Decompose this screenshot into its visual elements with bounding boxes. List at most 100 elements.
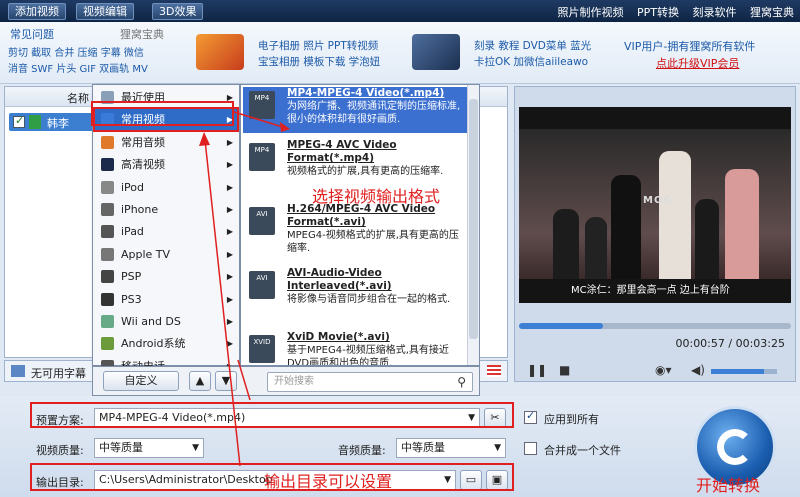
menu-item-label: PS3 [121, 292, 142, 306]
add-video-tab[interactable]: 添加视频 [8, 3, 66, 20]
file-row[interactable]: 韩李 [9, 113, 99, 131]
video-edit-tab[interactable]: 视频编辑 [76, 3, 134, 20]
volume-slider[interactable] [711, 369, 777, 374]
convert-label: 开始转换 [696, 476, 761, 495]
ipod-icon [101, 180, 114, 194]
menu-item-android[interactable]: Android系统 ▶ [95, 333, 237, 354]
format-item[interactable]: AVI AVI-Audio-Video Interleaved(*.avi) 将影像… [243, 267, 467, 325]
ppt-ad-icon[interactable] [196, 34, 244, 70]
hd-icon [101, 158, 114, 172]
format-film-icon: MP4 [249, 91, 275, 119]
ps3-icon [101, 292, 114, 306]
audio-icon [101, 135, 114, 149]
menu-item-ps3[interactable]: PS3 ▶ [95, 289, 237, 310]
3d-effect-tab[interactable]: 3D效果 [152, 3, 204, 20]
submenu-arrow-icon: ▶ [226, 249, 233, 259]
link-photo-video[interactable]: 照片制作视频 [558, 6, 624, 19]
link-ppt[interactable]: PPT转换 [637, 6, 679, 19]
faq-search-link[interactable]: 狸窝宝典 [120, 26, 164, 42]
format-item[interactable]: AVI H.264/MPEG-4 AVC Video Format(*.avi) M… [243, 203, 467, 261]
snapshot-icon[interactable]: ◉▾ [655, 363, 672, 377]
format-title: AVI-Audio-Video Interleaved(*.avi) [287, 267, 392, 292]
format-annotation: 选择视频输出格式 [312, 187, 441, 206]
output-annotation: 输出目录可以设置 [264, 472, 393, 491]
time-display: 00:00:57 / 00:03:25 [675, 337, 785, 350]
menu-item-wii[interactable]: Wii and DS ▶ [95, 311, 237, 332]
highlight-common-video [91, 101, 234, 126]
menu-item-label: 高清视频 [121, 158, 165, 172]
search-icon[interactable]: ⚲ [457, 373, 466, 391]
faq-links-2[interactable]: 消音 SWF 片头 GIF 双画轨 MV [8, 60, 148, 75]
vip-text: VIP用户-拥有狸窝所有软件 [624, 40, 756, 53]
submenu-arrow-icon: ▶ [226, 160, 233, 170]
stop-icon[interactable]: ■ [559, 363, 570, 377]
menu-item-hd[interactable]: 高清视频 ▶ [95, 154, 237, 175]
format-submenu: MP4 MP4-MPEG-4 Video(*.mp4) 为网络广播、视频通讯定制的压… [240, 84, 480, 366]
top-links: 照片制作视频 PPT转换 刻录软件 狸窝宝典 [548, 4, 795, 20]
seek-bar[interactable] [519, 323, 791, 329]
format-title: MP4-MPEG-4 Video(*.mp4) [287, 87, 445, 99]
video-quality-select[interactable]: 中等质量 ▼ [94, 438, 204, 458]
format-film-icon: MP4 [249, 143, 275, 171]
merge-checkbox[interactable] [524, 442, 537, 455]
video-screen: MOC MC涂仁：那里会高一点 边上有台阶 [519, 107, 791, 303]
apply-all-checkbox[interactable] [524, 409, 537, 424]
submenu-scrollbar[interactable] [467, 85, 479, 365]
menu-item-appletv[interactable]: Apple TV ▶ [95, 244, 237, 265]
menu-bottom-bar: 自定义 ▲ ▼ 开始搜索 ⚲ [92, 366, 480, 396]
video-quality-label: 视频质量: [36, 444, 84, 457]
menu-item-ipod[interactable]: iPod ▶ [95, 177, 237, 198]
move-down-button[interactable]: ▼ [215, 371, 237, 391]
menu-item-label: Apple TV [121, 247, 171, 261]
refresh-icon [717, 429, 753, 465]
format-description: 为网络广播、视频通讯定制的压缩标准,很小的体积却有很好画质. [287, 101, 461, 125]
submenu-arrow-icon: ▶ [226, 137, 233, 147]
volume-icon[interactable]: ◀) [691, 363, 705, 377]
ad2-line1[interactable]: 刻录 教程 DVD菜单 蓝光 [474, 38, 591, 53]
menu-item-label: iPod [121, 180, 145, 194]
merge-label: 合并成一个文件 [544, 444, 621, 457]
dvd-ad-icon[interactable] [412, 34, 460, 70]
menu-item-ipad[interactable]: iPad ▶ [95, 221, 237, 242]
format-title: XviD Movie(*.avi) [287, 331, 390, 343]
faq-links-1[interactable]: 剪切 截取 合并 压缩 字幕 微信 [8, 44, 144, 59]
submenu-arrow-icon: ▶ [226, 272, 233, 282]
format-item[interactable]: XVID XviD Movie(*.avi) 基于MPEG4-视频压缩格式,具有接近… [243, 331, 467, 366]
ad2-line2[interactable]: 卡拉OK 加微信aiileawo [474, 54, 588, 69]
vip-upgrade-link[interactable]: 点此升级VIP会员 [656, 55, 739, 71]
link-burn[interactable]: 刻录软件 [693, 6, 737, 19]
audio-quality-select[interactable]: 中等质量 ▼ [396, 438, 506, 458]
film-icon [29, 115, 41, 129]
pause-icon[interactable]: ❚❚ [527, 363, 547, 377]
format-item[interactable]: MP4 MP4-MPEG-4 Video(*.mp4) 为网络广播、视频通讯定制的压… [243, 87, 467, 133]
custom-button[interactable]: 自定义 [103, 371, 179, 391]
menu-item-audio[interactable]: 常用音频 ▶ [95, 132, 237, 153]
menu-item-label: 常用音频 [121, 135, 165, 149]
subtitle-select[interactable]: 无可用字幕 [31, 365, 86, 381]
menu-item-label: iPhone [121, 203, 159, 216]
format-film-icon: AVI [249, 271, 275, 299]
submenu-arrow-icon: ▶ [226, 317, 233, 326]
column-name[interactable]: 名称 [67, 90, 89, 106]
link-baodian[interactable]: 狸窝宝典 [750, 6, 794, 19]
move-up-button[interactable]: ▲ [189, 371, 211, 391]
psp-icon [101, 270, 114, 284]
menu-item-psp[interactable]: PSP ▶ [95, 266, 237, 287]
stage-logo: MOC [643, 195, 672, 206]
android-icon [101, 337, 114, 351]
format-search-input[interactable]: 开始搜索 ⚲ [267, 372, 473, 392]
ad1-line2[interactable]: 宝宝相册 模板下载 学泡妞 [258, 54, 380, 69]
submenu-arrow-icon: ▶ [226, 182, 233, 192]
subtitle-icon [11, 365, 25, 377]
file-name: 韩李 [47, 117, 69, 130]
submenu-arrow-icon: ▶ [226, 205, 233, 214]
audio-quality-label: 音频质量: [338, 444, 386, 457]
ad1-line1[interactable]: 电子相册 照片 PPT转视频 [258, 38, 378, 53]
menu-item-iphone[interactable]: iPhone ▶ [95, 199, 237, 220]
apply-all-label: 应用到所有 [544, 413, 599, 426]
audio-track-icon[interactable] [487, 365, 501, 377]
file-checkbox[interactable] [13, 114, 25, 128]
faq-title[interactable]: 常见问题 [10, 26, 54, 42]
format-description: 基于MPEG4-视频压缩格式,具有接近DVD画质和出色的音质. [287, 345, 449, 366]
top-toolbar: 添加视频 视频编辑 3D效果 照片制作视频 PPT转换 刻录软件 狸窝宝典 [0, 0, 800, 22]
